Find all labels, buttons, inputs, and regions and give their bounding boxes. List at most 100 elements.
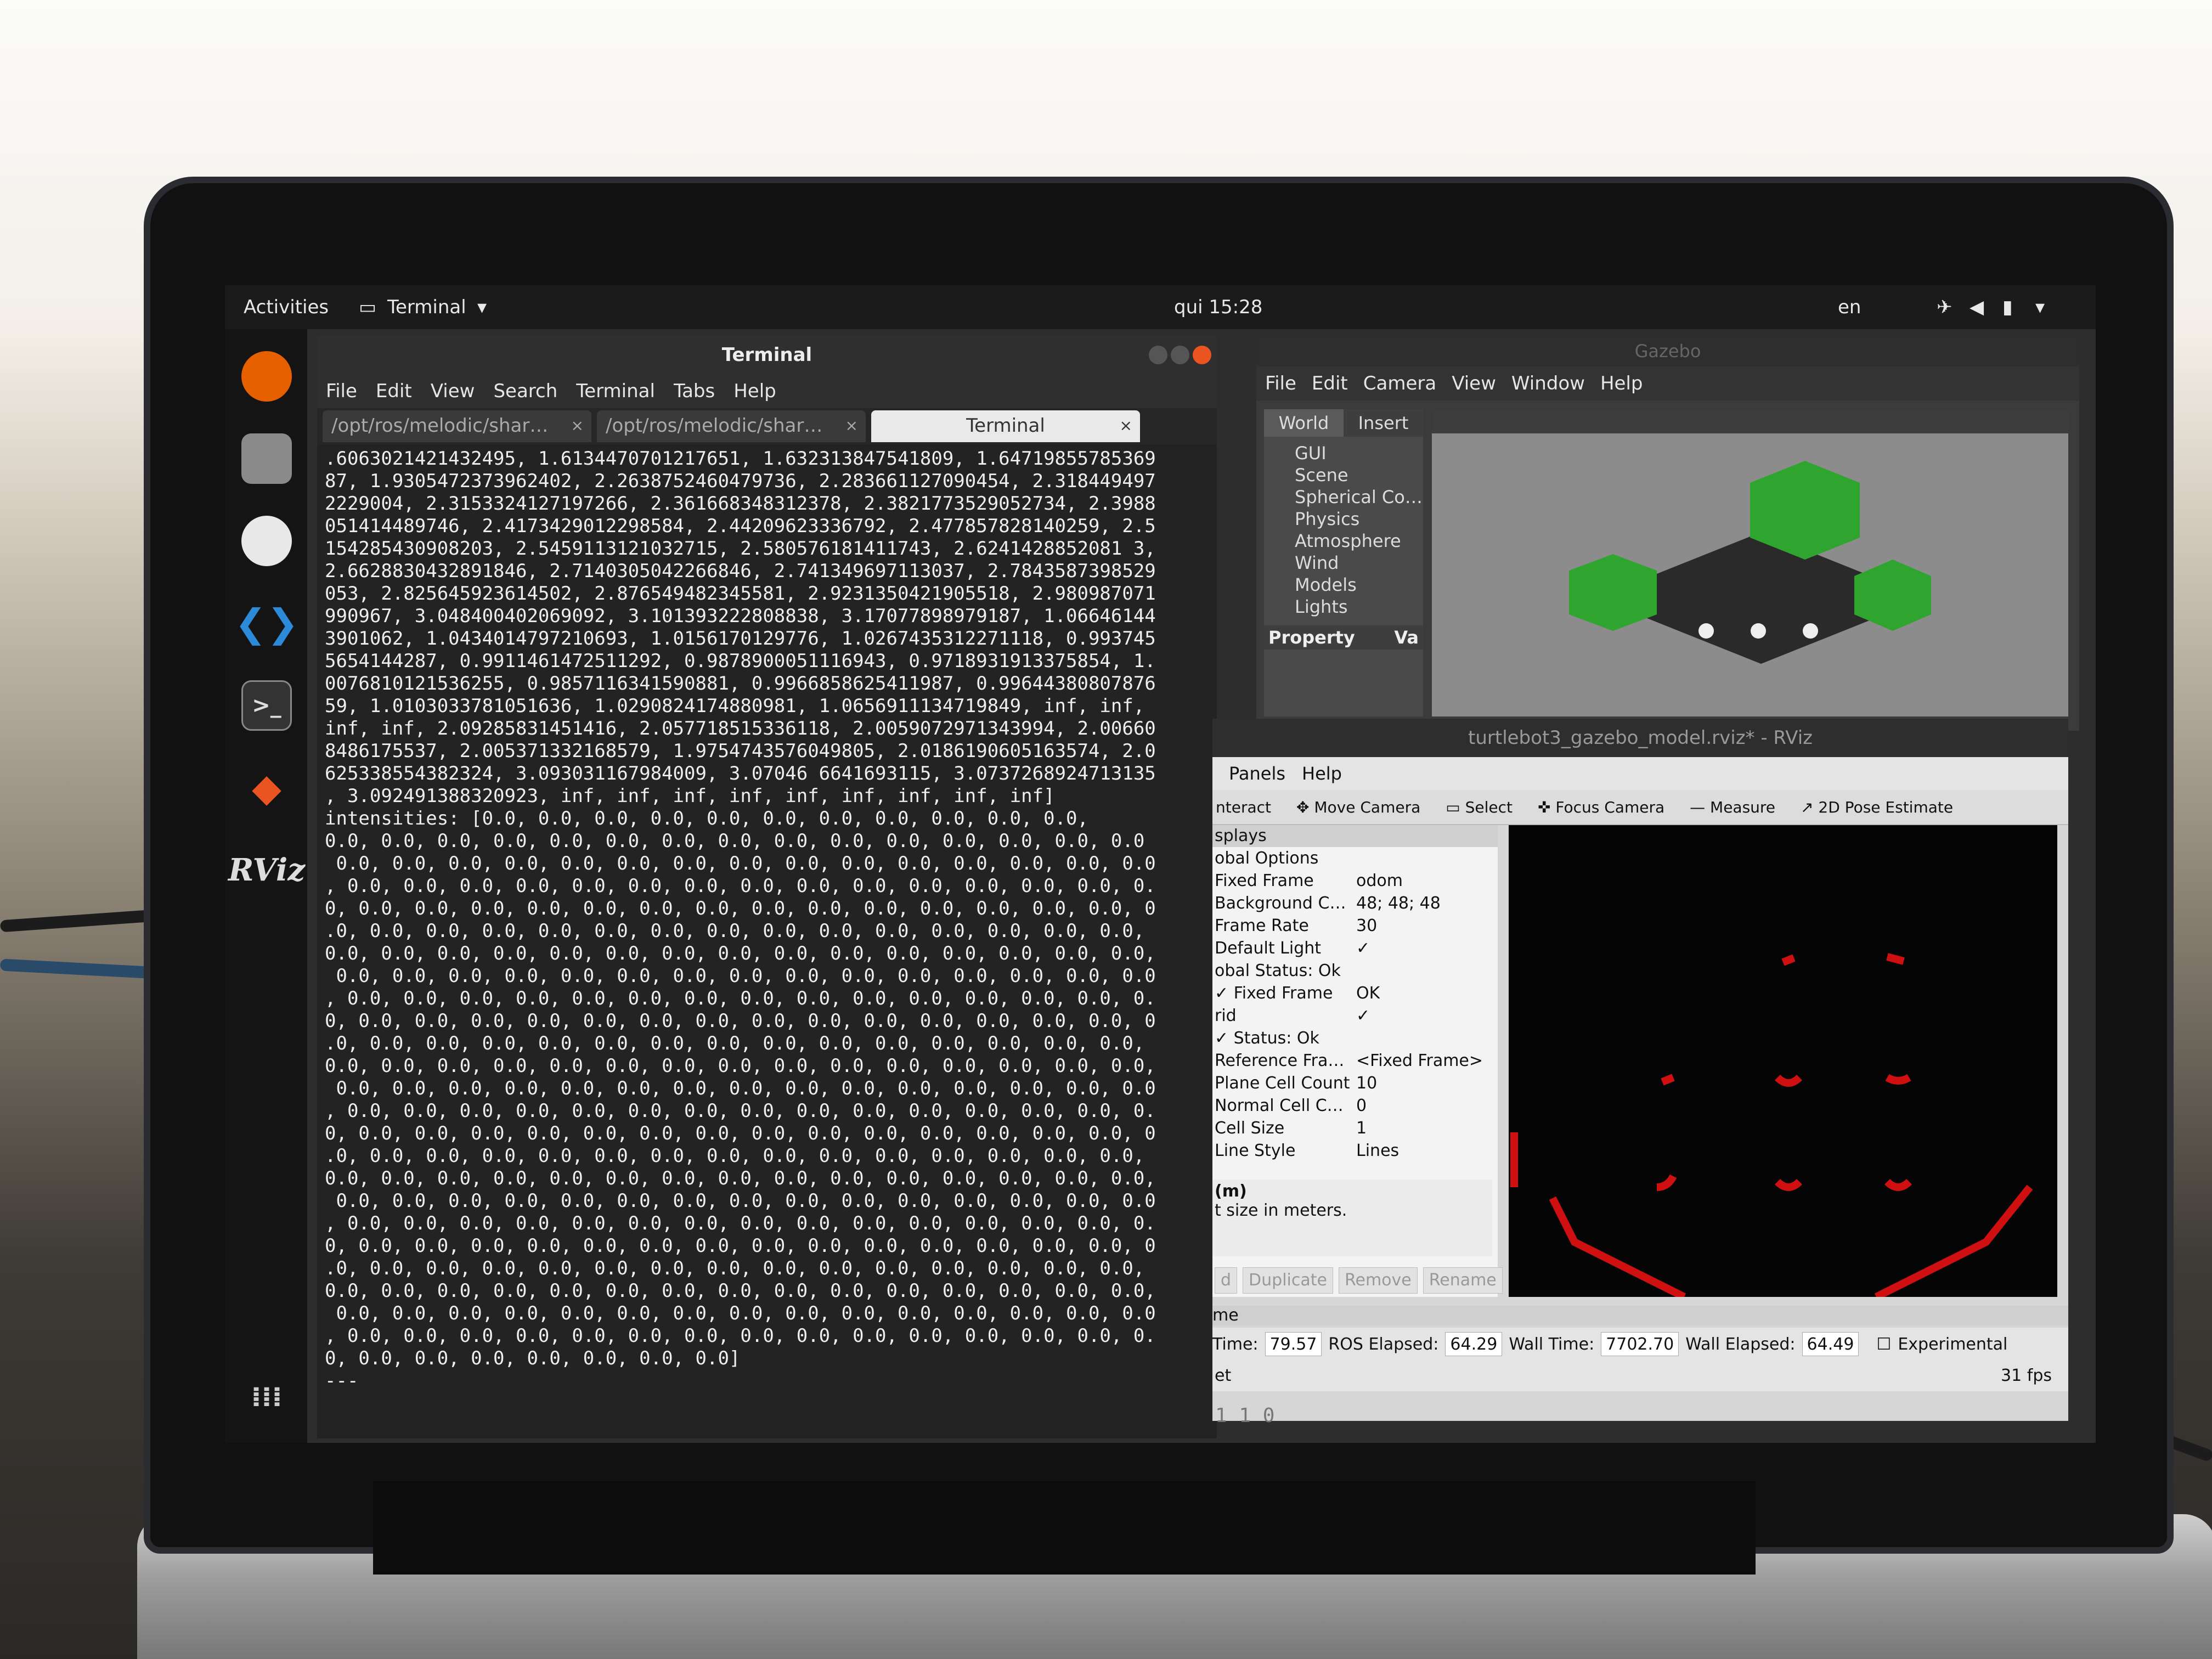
tree-item[interactable]: Atmosphere bbox=[1264, 530, 1423, 552]
property-row[interactable]: rid ✓ bbox=[1212, 1005, 1498, 1027]
terminal-tab[interactable]: /opt/ros/melodic/shar… × bbox=[323, 410, 591, 442]
clock[interactable]: qui 15:28 bbox=[1174, 296, 1262, 318]
close-tab-icon[interactable]: × bbox=[1120, 410, 1132, 441]
terminal-line: , 0.0, 0.0, 0.0, 0.0, 0.0, 0.0, 0.0, 0.0… bbox=[325, 1325, 1156, 1347]
menu-view[interactable]: View bbox=[1452, 373, 1496, 394]
property-row[interactable]: Background C… 48; 48; 48 bbox=[1212, 892, 1498, 915]
menu-edit[interactable]: Edit bbox=[1312, 373, 1348, 394]
terminal-icon[interactable]: >_ bbox=[241, 680, 292, 731]
terminal-tab-active[interactable]: Terminal × bbox=[871, 410, 1140, 442]
tree-item-models[interactable]: Models bbox=[1264, 574, 1423, 596]
property-row[interactable]: ✓ Status: Ok bbox=[1212, 1027, 1498, 1049]
property-value: ✓ bbox=[1356, 1006, 1370, 1025]
tree-item[interactable]: Scene bbox=[1264, 464, 1423, 486]
menu-help[interactable]: Help bbox=[733, 380, 776, 402]
duplicate-button[interactable]: Duplicate bbox=[1243, 1267, 1333, 1294]
rviz-3d-view[interactable] bbox=[1509, 825, 2057, 1301]
menu-window[interactable]: Window bbox=[1511, 373, 1585, 394]
menu-view[interactable]: View bbox=[431, 380, 475, 402]
tool-move-camera[interactable]: ✥ Move Camera bbox=[1296, 798, 1420, 816]
app-grid-icon[interactable]: ⁞⁞⁞ bbox=[241, 1372, 292, 1422]
tool-interact[interactable]: nteract bbox=[1216, 798, 1271, 816]
firefox-icon[interactable] bbox=[241, 351, 292, 402]
close-tab-icon[interactable]: × bbox=[845, 410, 858, 441]
rename-button[interactable]: Rename bbox=[1423, 1267, 1503, 1294]
terminal-line: 0, 0.0, 0.0, 0.0, 0.0, 0.0, 0.0, 0.0] bbox=[325, 1347, 741, 1369]
property-row[interactable]: Frame Rate 30 bbox=[1212, 915, 1498, 937]
property-key: obal Status: Ok bbox=[1215, 961, 1341, 980]
app-menu[interactable]: Terminal bbox=[387, 296, 466, 318]
property-row[interactable]: ✓ Fixed Frame OK bbox=[1212, 982, 1498, 1005]
rqt-icon[interactable]: ◆ bbox=[241, 763, 292, 813]
add-button[interactable]: d bbox=[1215, 1267, 1238, 1294]
property-row[interactable]: obal Options bbox=[1212, 847, 1498, 870]
tab-world[interactable]: World bbox=[1264, 409, 1344, 437]
property-value: 0 bbox=[1356, 1096, 1367, 1115]
tree-item[interactable]: Wind bbox=[1264, 552, 1423, 574]
remove-button[interactable]: Remove bbox=[1338, 1267, 1418, 1294]
close-tab-icon[interactable]: × bbox=[571, 410, 584, 441]
property-row[interactable]: Line Style Lines bbox=[1212, 1139, 1498, 1162]
tree-item[interactable]: Spherical Co… bbox=[1264, 486, 1423, 508]
tab-insert[interactable]: Insert bbox=[1344, 409, 1423, 437]
tab-label: /opt/ros/melodic/shar… bbox=[606, 415, 823, 437]
property-row[interactable]: Reference Fra… <Fixed Frame> bbox=[1212, 1049, 1498, 1072]
menu-search[interactable]: Search bbox=[493, 380, 557, 402]
property-row[interactable]: Default Light ✓ bbox=[1212, 937, 1498, 960]
scan-segment bbox=[1775, 1178, 1802, 1191]
property-row[interactable]: Fixed Frame odom bbox=[1212, 870, 1498, 892]
property-row[interactable]: obal Status: Ok bbox=[1212, 960, 1498, 982]
files-icon[interactable] bbox=[241, 433, 292, 484]
terminal-line: 990967, 3.048400402069092, 3.10139322280… bbox=[325, 605, 1156, 627]
vscode-icon[interactable]: ❮❯ bbox=[234, 598, 298, 648]
experimental-checkbox[interactable]: ☐ bbox=[1876, 1335, 1891, 1354]
tool-measure[interactable]: — Measure bbox=[1690, 798, 1775, 816]
menu-file[interactable]: File bbox=[326, 380, 357, 402]
reset-button[interactable]: et bbox=[1215, 1366, 1231, 1385]
tool-label: Select bbox=[1465, 798, 1513, 816]
menu-file[interactable]: File bbox=[1265, 373, 1296, 394]
terminal-titlebar[interactable]: Terminal bbox=[317, 336, 1217, 374]
menu-help[interactable]: Help bbox=[1302, 763, 1342, 784]
tree-item[interactable]: GUI bbox=[1264, 442, 1423, 464]
terminal-tab[interactable]: /opt/ros/melodic/shar… × bbox=[597, 410, 866, 442]
property-key: Default Light bbox=[1215, 939, 1322, 958]
gazebo-3d-view[interactable] bbox=[1432, 409, 2068, 716]
menu-terminal[interactable]: Terminal bbox=[576, 380, 655, 402]
tree-item[interactable]: Physics bbox=[1264, 508, 1423, 530]
terminal-output[interactable]: .6063021421432495, 1.6134470701217651, 1… bbox=[317, 444, 1217, 1399]
property-key: Normal Cell C… bbox=[1215, 1096, 1344, 1115]
slack-icon[interactable] bbox=[241, 516, 292, 566]
menu-camera[interactable]: Camera bbox=[1363, 373, 1436, 394]
gazebo-menubar: File Edit Camera View Window Help bbox=[1256, 366, 2079, 400]
menu-help[interactable]: Help bbox=[1600, 373, 1643, 394]
property-row[interactable]: Cell Size 1 bbox=[1212, 1117, 1498, 1139]
gazebo-titlebar[interactable]: Gazebo bbox=[1256, 336, 2079, 366]
terminal-app-icon: ▭ bbox=[359, 296, 377, 318]
property-value: 48; 48; 48 bbox=[1356, 894, 1441, 913]
language-indicator[interactable]: en bbox=[1838, 296, 1861, 318]
system-menu-icon[interactable]: ▾ bbox=[2035, 296, 2045, 318]
close-icon[interactable] bbox=[1193, 346, 1211, 364]
terminal-line: 59, 1.0103033781051636, 1.02908241748809… bbox=[325, 695, 1145, 717]
minimize-icon[interactable] bbox=[1149, 346, 1167, 364]
menu-tabs[interactable]: Tabs bbox=[674, 380, 715, 402]
tool-select[interactable]: ▭ Select bbox=[1446, 798, 1513, 816]
rviz-titlebar[interactable]: turtlebot3_gazebo_model.rviz* - RViz bbox=[1212, 719, 2068, 757]
menu-edit[interactable]: Edit bbox=[376, 380, 412, 402]
property-row[interactable]: Plane Cell Count 10 bbox=[1212, 1072, 1498, 1094]
maximize-icon[interactable] bbox=[1171, 346, 1189, 364]
scan-segment bbox=[1884, 1178, 1912, 1191]
property-value bbox=[1354, 960, 1356, 982]
rviz-dock-icon[interactable]: RViz bbox=[228, 845, 305, 895]
gazebo-toolbar[interactable] bbox=[1432, 409, 2068, 433]
property-key: rid bbox=[1215, 1006, 1237, 1025]
property-tree[interactable]: obal Options Fixed Frame odom Background C…… bbox=[1212, 847, 1498, 1162]
wall-elapsed-value: 64.49 bbox=[1802, 1332, 1859, 1356]
tree-item-lights[interactable]: Lights bbox=[1264, 596, 1423, 618]
property-row[interactable]: Normal Cell C… 0 bbox=[1212, 1094, 1498, 1117]
activities-button[interactable]: Activities bbox=[244, 296, 329, 318]
menu-panels[interactable]: Panels bbox=[1229, 763, 1285, 784]
tool-focus-camera[interactable]: ✜ Focus Camera bbox=[1538, 798, 1664, 816]
tool-2d-pose-estimate[interactable]: ↗ 2D Pose Estimate bbox=[1801, 798, 1953, 816]
